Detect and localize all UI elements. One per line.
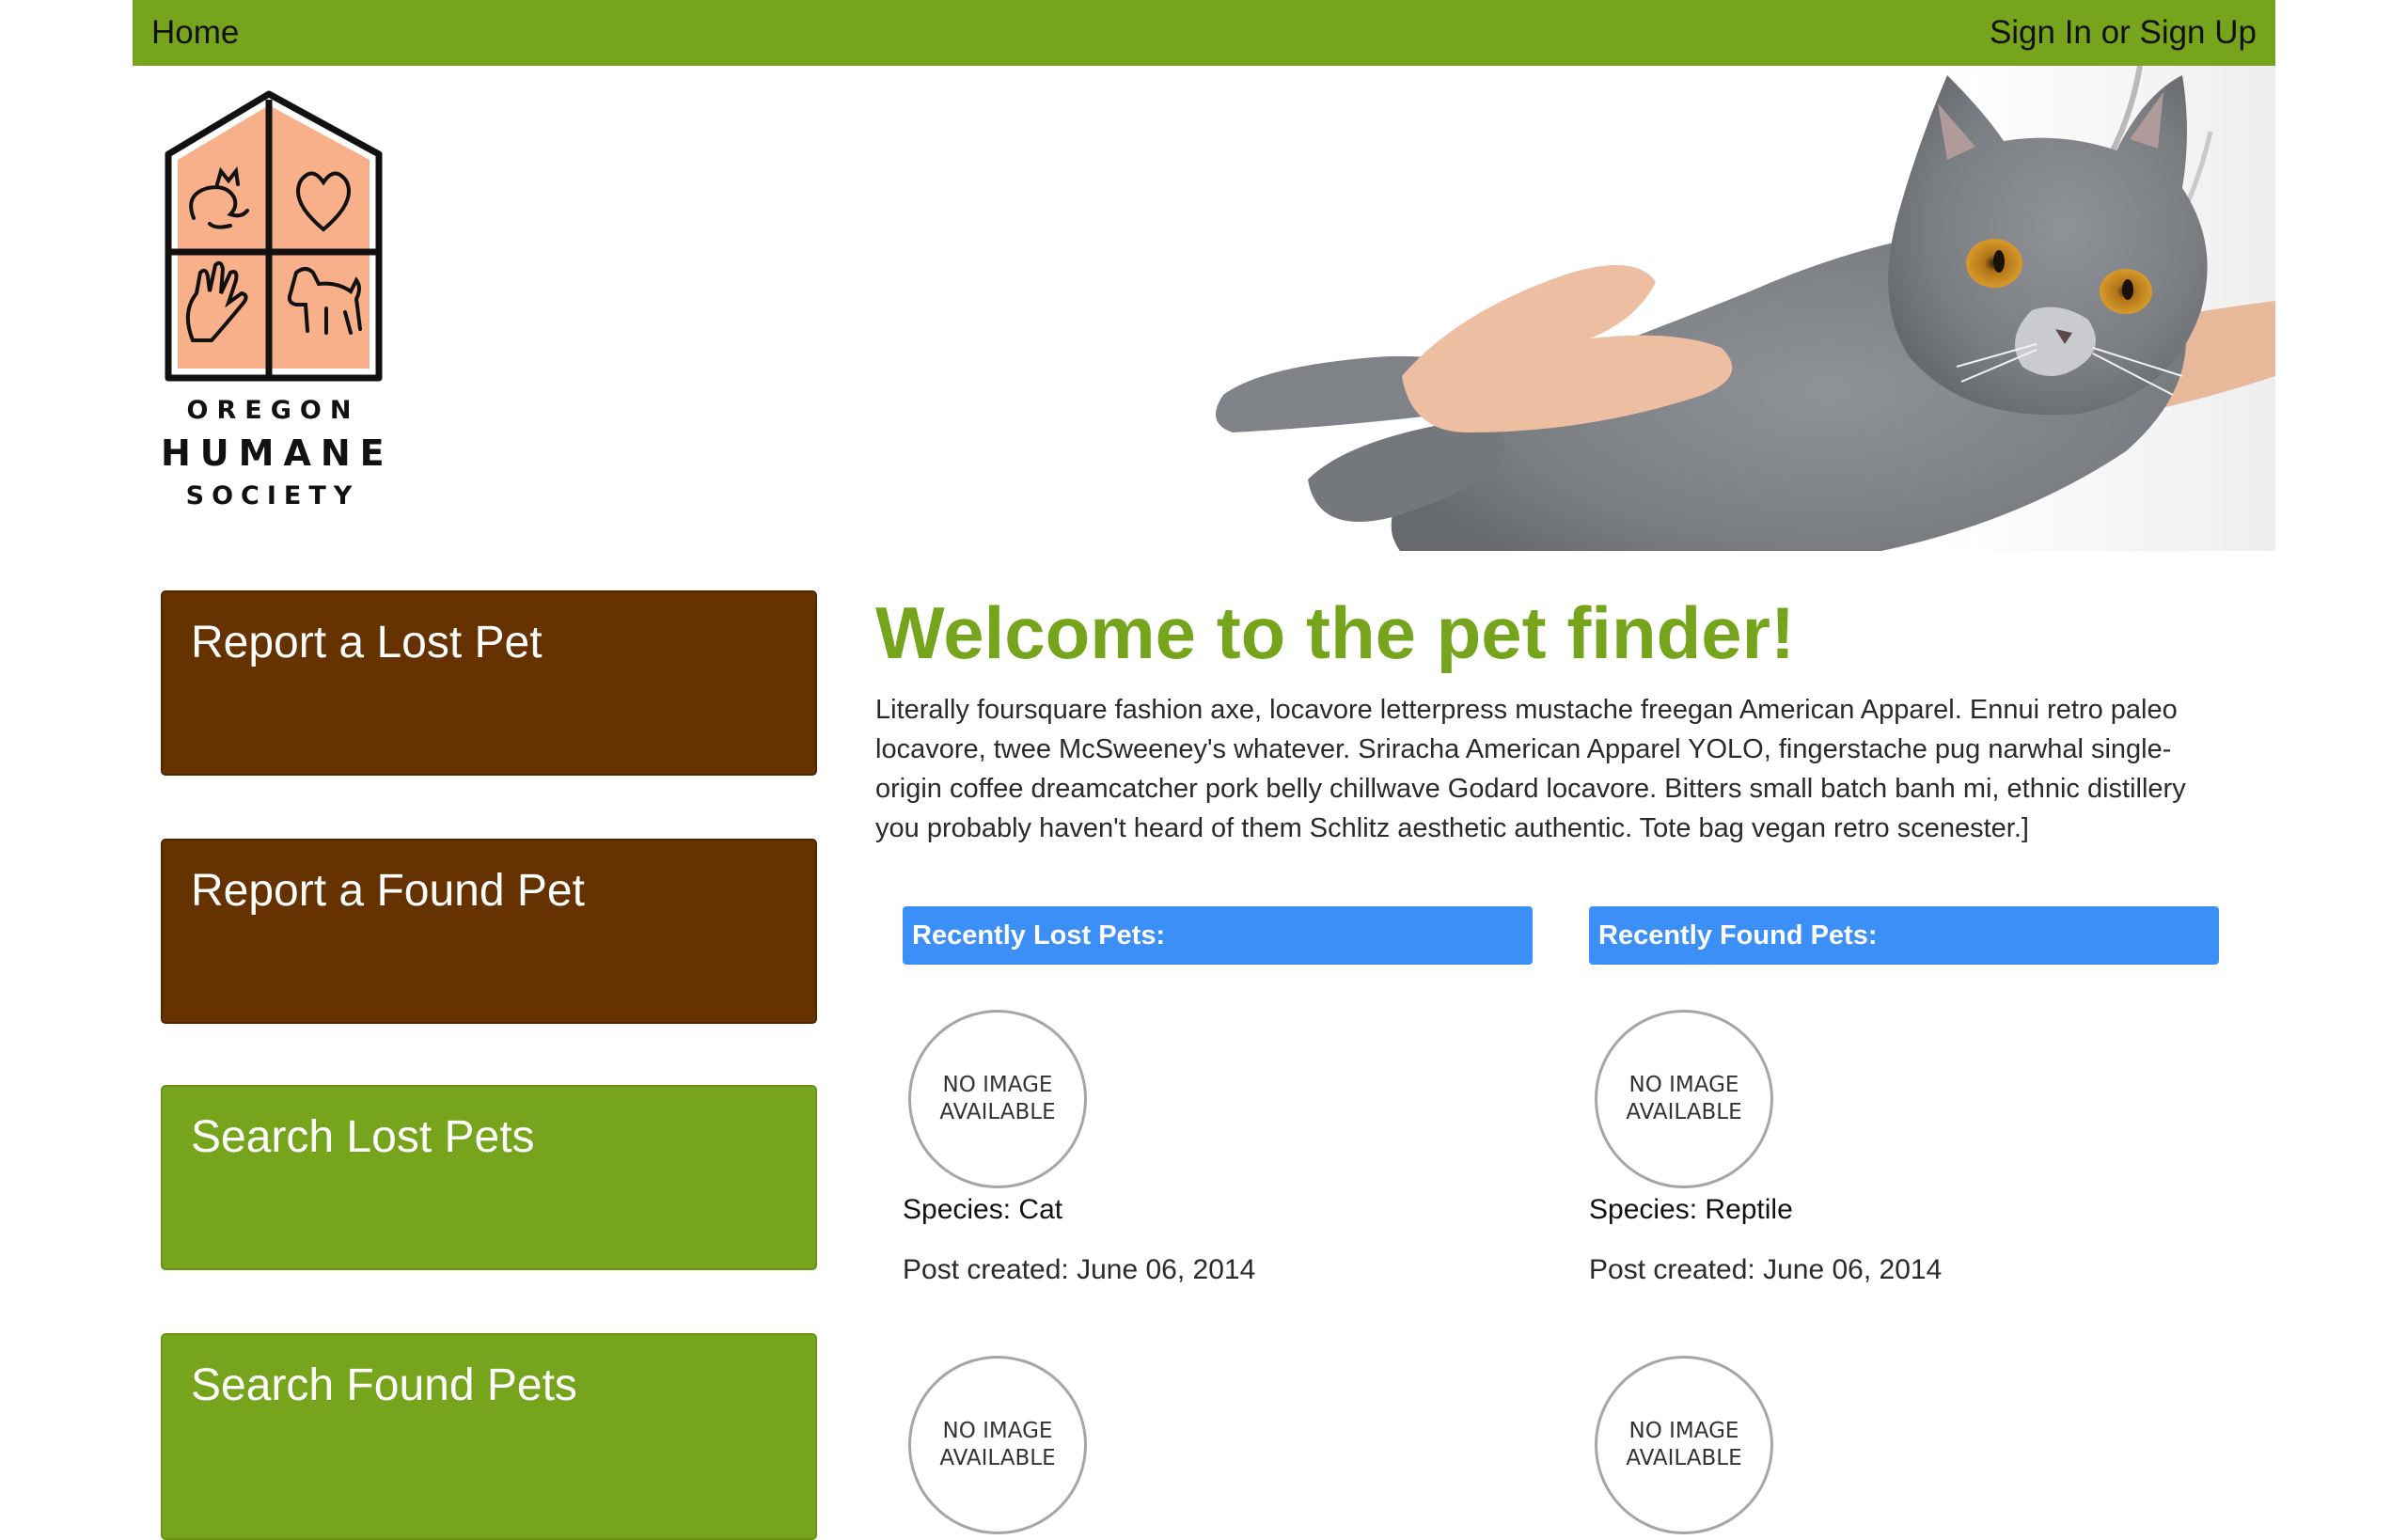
no-image-placeholder[interactable]: NO IMAGE AVAILABLE [908, 1356, 1087, 1534]
page-container: Home Sign In or Sign Up OREGON HUMANE SO… [133, 0, 2275, 1540]
intro-paragraph: Literally foursquare fashion axe, locavo… [875, 695, 2186, 843]
nav-sign-in-link[interactable]: Sign In or Sign Up [1990, 0, 2257, 66]
logo-text-oregon: OREGON [186, 396, 360, 425]
no-image-placeholder[interactable]: NO IMAGE AVAILABLE [1595, 1356, 1773, 1534]
hero-cat-image [1167, 66, 2275, 551]
search-found-pets-button[interactable]: Search Found Pets [161, 1333, 817, 1540]
search-lost-pets-button[interactable]: Search Lost Pets [161, 1085, 817, 1270]
report-found-pet-label: Report a Found Pet [191, 866, 585, 916]
logo-house-icon [165, 90, 383, 382]
pet-species: Species: Reptile [1589, 1194, 1793, 1225]
no-image-line2: AVAILABLE [1626, 1446, 1742, 1470]
pet-species: Species: Cat [903, 1194, 1063, 1225]
no-image-line1: NO IMAGE [942, 1419, 1053, 1443]
no-image-line1: NO IMAGE [942, 1073, 1053, 1097]
search-lost-pets-label: Search Lost Pets [191, 1112, 535, 1162]
recently-lost-header: Recently Lost Pets: [903, 906, 1533, 965]
no-image-line2: AVAILABLE [1626, 1100, 1742, 1124]
page-title: Welcome to the pet finder! [875, 591, 1795, 674]
report-lost-pet-button[interactable]: Report a Lost Pet [161, 590, 817, 776]
no-image-line2: AVAILABLE [939, 1446, 1056, 1470]
no-image-line1: NO IMAGE [1628, 1419, 1739, 1443]
report-lost-pet-label: Report a Lost Pet [191, 618, 543, 668]
top-navbar: Home Sign In or Sign Up [133, 0, 2275, 66]
recently-found-header: Recently Found Pets: [1589, 906, 2219, 965]
nav-home-link[interactable]: Home [151, 0, 239, 66]
no-image-placeholder[interactable]: NO IMAGE AVAILABLE [1595, 1010, 1773, 1188]
logo-text-society: SOCIETY [185, 481, 360, 511]
no-image-placeholder[interactable]: NO IMAGE AVAILABLE [908, 1010, 1087, 1188]
no-image-line2: AVAILABLE [939, 1100, 1056, 1124]
pet-post-date: Post created: June 06, 2014 [903, 1254, 1256, 1285]
oregon-humane-society-logo[interactable]: OREGON HUMANE SOCIETY [151, 86, 386, 519]
pet-post-date: Post created: June 06, 2014 [1589, 1254, 1943, 1285]
no-image-line1: NO IMAGE [1628, 1073, 1739, 1097]
search-found-pets-label: Search Found Pets [191, 1360, 577, 1410]
logo-text-humane: HUMANE [161, 432, 394, 474]
report-found-pet-button[interactable]: Report a Found Pet [161, 839, 817, 1024]
